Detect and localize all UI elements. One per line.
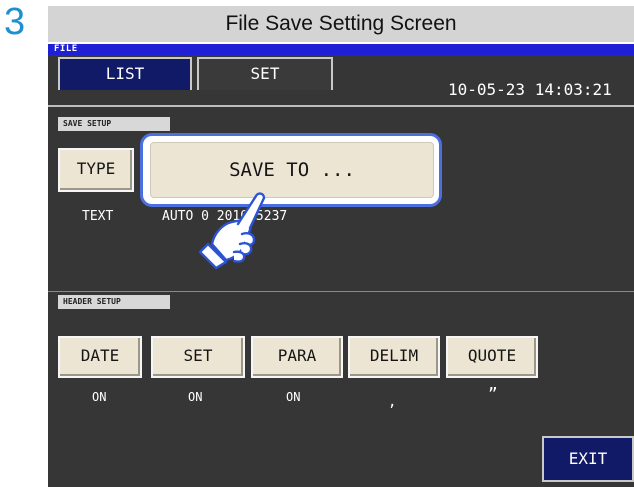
window-title: FILE bbox=[48, 44, 634, 55]
datetime-display: 10-05-23 14:03:21 bbox=[448, 80, 612, 99]
tab-list[interactable]: LIST bbox=[58, 57, 192, 90]
tab-divider bbox=[48, 105, 634, 107]
quote-button[interactable]: QUOTE bbox=[446, 336, 538, 378]
save-to-button[interactable]: SAVE TO ... bbox=[150, 142, 434, 198]
para-value: ON bbox=[286, 390, 301, 404]
quote-value: ” bbox=[488, 384, 498, 403]
date-value: ON bbox=[92, 390, 107, 404]
hand-pointer-icon bbox=[198, 192, 266, 270]
delim-value: , bbox=[388, 394, 397, 410]
date-button[interactable]: DATE bbox=[58, 336, 142, 378]
delim-button[interactable]: DELIM bbox=[348, 336, 440, 378]
type-button[interactable]: TYPE bbox=[58, 148, 134, 192]
set-button[interactable]: SET bbox=[151, 336, 245, 378]
set-value: ON bbox=[188, 390, 203, 404]
type-value: TEXT bbox=[82, 209, 114, 224]
section-divider bbox=[48, 291, 634, 292]
para-button[interactable]: PARA bbox=[251, 336, 343, 378]
save-setup-label: SAVE SETUP bbox=[58, 117, 170, 131]
header-setup-label: HEADER SETUP bbox=[58, 295, 170, 309]
exit-button[interactable]: EXIT bbox=[542, 436, 634, 482]
step-number: 3 bbox=[4, 1, 26, 43]
screen-caption: File Save Setting Screen bbox=[48, 6, 634, 42]
tab-set[interactable]: SET bbox=[197, 57, 333, 90]
device-screen: FILE LIST SET 10-05-23 14:03:21 SAVE SET… bbox=[48, 44, 634, 487]
